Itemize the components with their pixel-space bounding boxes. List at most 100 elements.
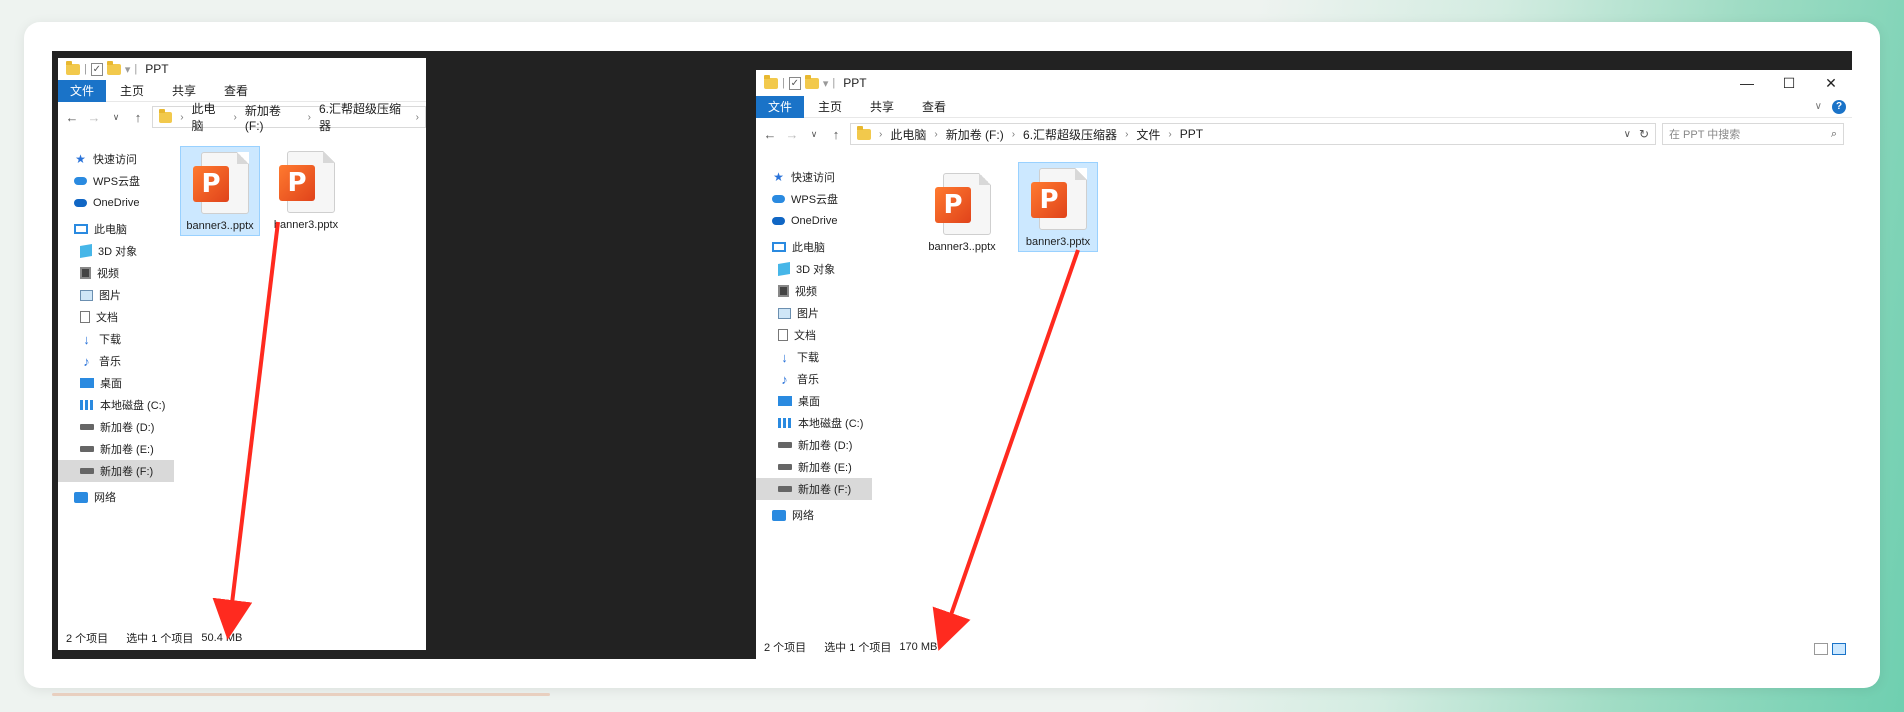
- expand-ribbon-chevron-icon[interactable]: ∨: [1815, 101, 1822, 112]
- properties-icon[interactable]: ✓: [90, 62, 103, 76]
- onedrive-icon: [772, 217, 785, 225]
- sidebar-item[interactable]: 文档: [756, 324, 872, 346]
- sidebar-item[interactable]: 文档: [58, 306, 174, 328]
- sidebar-item[interactable]: 桌面: [58, 372, 174, 394]
- file-name: banner3..pptx: [928, 241, 996, 253]
- sidebar-item[interactable]: ↓ 下载: [58, 328, 174, 350]
- sidebar-item[interactable]: OneDrive: [756, 210, 872, 232]
- pptx-file-icon: P: [277, 151, 335, 215]
- sidebar-item-label: WPS云盘: [93, 176, 141, 188]
- close-icon[interactable]: ✕: [1810, 75, 1852, 92]
- sidebar-item[interactable]: 图片: [756, 302, 872, 324]
- sidebar-item[interactable]: 网络: [58, 486, 174, 508]
- system-drive-icon: [778, 418, 792, 428]
- picture-icon: [80, 289, 93, 301]
- file-item[interactable]: P banner3.pptx: [1018, 162, 1098, 252]
- sidebar-item[interactable]: ♪ 音乐: [756, 368, 872, 390]
- tab-view[interactable]: 查看: [210, 80, 262, 102]
- sidebar-item[interactable]: 网络: [756, 504, 872, 526]
- breadcrumb-item[interactable]: 文件: [1136, 126, 1160, 143]
- large-icons-view-icon[interactable]: [1832, 643, 1846, 655]
- customize-quick-access-icon[interactable]: ▾: [823, 77, 829, 90]
- up-arrow-icon[interactable]: ↑: [828, 127, 844, 142]
- new-folder-icon[interactable]: [106, 60, 121, 75]
- help-icon[interactable]: ?: [1832, 99, 1846, 114]
- refresh-icon[interactable]: ↻: [1639, 127, 1649, 141]
- selected-size: 170 MB: [899, 641, 938, 653]
- details-view-icon[interactable]: [1814, 643, 1828, 655]
- file-item[interactable]: P banner3..pptx: [180, 146, 260, 236]
- sidebar-item[interactable]: 新加卷 (D:): [58, 416, 174, 438]
- sidebar-item-label: 本地磁盘 (C:): [798, 418, 864, 430]
- network-icon: [74, 491, 88, 503]
- sidebar-item[interactable]: 图片: [58, 284, 174, 306]
- pptx-file-icon: P: [1029, 168, 1087, 232]
- breadcrumb-item[interactable]: 新加卷 (F:): [946, 126, 1004, 143]
- tab-file[interactable]: 文件: [58, 79, 107, 102]
- tab-file[interactable]: 文件: [756, 95, 805, 118]
- breadcrumb[interactable]: › 此电脑 › 新加卷 (F:) › 6.汇帮超级压缩器 ›: [152, 102, 426, 133]
- sidebar-item[interactable]: 新加卷 (F:): [756, 478, 872, 500]
- selected-count: 选中 1 个项目: [824, 642, 892, 654]
- sidebar-item[interactable]: 新加卷 (F:): [58, 460, 174, 482]
- minimize-icon[interactable]: —: [1726, 75, 1768, 92]
- properties-icon[interactable]: ✓: [788, 76, 801, 90]
- selected-count: 选中 1 个项目: [126, 633, 194, 645]
- search-icon[interactable]: ⌕: [1831, 128, 1837, 141]
- sidebar-item[interactable]: ↓ 下载: [756, 346, 872, 368]
- sidebar-item[interactable]: 本地磁盘 (C:): [756, 412, 872, 434]
- recent-locations-chevron-icon[interactable]: ∨: [108, 112, 124, 123]
- back-arrow-icon[interactable]: ←: [64, 110, 80, 125]
- breadcrumb[interactable]: › 此电脑 › 新加卷 (F:) › 6.汇帮超级压缩器 › 文件 › PPT …: [850, 123, 1656, 145]
- sidebar-item[interactable]: 新加卷 (E:): [756, 456, 872, 478]
- customize-quick-access-icon[interactable]: ▾: [125, 63, 131, 76]
- file-item[interactable]: P banner3..pptx: [922, 168, 1002, 258]
- breadcrumb-item[interactable]: 6.汇帮超级压缩器: [319, 100, 408, 134]
- maximize-icon[interactable]: ☐: [1768, 75, 1810, 92]
- sidebar-item[interactable]: 视频: [756, 280, 872, 302]
- breadcrumb-item[interactable]: 此电脑: [192, 100, 226, 134]
- back-arrow-icon[interactable]: ←: [762, 127, 778, 142]
- window-controls: — ☐ ✕: [1726, 75, 1852, 92]
- sidebar-item[interactable]: 此电脑: [756, 236, 872, 258]
- sidebar-item[interactable]: WPS云盘: [756, 188, 872, 210]
- tab-share[interactable]: 共享: [856, 96, 908, 118]
- sidebar-item-label: 桌面: [100, 378, 122, 390]
- breadcrumb-item[interactable]: 此电脑: [890, 126, 926, 143]
- tab-view[interactable]: 查看: [908, 96, 960, 118]
- up-arrow-icon[interactable]: ↑: [130, 110, 146, 125]
- recent-locations-chevron-icon[interactable]: ∨: [806, 129, 822, 140]
- sidebar-item[interactable]: 此电脑: [58, 218, 174, 240]
- address-dropdown-chevron-icon[interactable]: ∨: [1624, 129, 1631, 140]
- sidebar-item[interactable]: 桌面: [756, 390, 872, 412]
- sidebar-item-label: 新加卷 (F:): [798, 484, 852, 496]
- breadcrumb-item[interactable]: 6.汇帮超级压缩器: [1023, 126, 1117, 143]
- new-folder-icon[interactable]: [804, 74, 819, 89]
- file-item[interactable]: P banner3.pptx: [266, 146, 346, 236]
- breadcrumb-item[interactable]: PPT: [1180, 127, 1203, 141]
- tab-home[interactable]: 主页: [106, 80, 158, 102]
- sidebar-item[interactable]: WPS云盘: [58, 170, 174, 192]
- search-input[interactable]: 在 PPT 中搜索 ⌕: [1662, 123, 1844, 145]
- sidebar-item[interactable]: 本地磁盘 (C:): [58, 394, 174, 416]
- forward-arrow-icon[interactable]: →: [86, 110, 102, 125]
- document-icon: [778, 329, 788, 341]
- sidebar-item[interactable]: ♪ 音乐: [58, 350, 174, 372]
- forward-arrow-icon[interactable]: →: [784, 127, 800, 142]
- sidebar-item[interactable]: 新加卷 (E:): [58, 438, 174, 460]
- sidebar-item[interactable]: 视频: [58, 262, 174, 284]
- sidebar-item[interactable]: 3D 对象: [58, 240, 174, 262]
- tab-share[interactable]: 共享: [158, 80, 210, 102]
- sidebar-item[interactable]: OneDrive: [58, 192, 174, 214]
- sidebar-item[interactable]: ★ 快速访问: [756, 166, 872, 188]
- progress-line: [52, 693, 550, 696]
- cloud-icon: [74, 177, 87, 185]
- sidebar-item[interactable]: 3D 对象: [756, 258, 872, 280]
- sidebar-item-label: 网络: [94, 492, 116, 504]
- sidebar-item[interactable]: 新加卷 (D:): [756, 434, 872, 456]
- tab-home[interactable]: 主页: [804, 96, 856, 118]
- window-title: PPT: [145, 62, 169, 76]
- sidebar-item[interactable]: ★ 快速访问: [58, 148, 174, 170]
- sidebar-item-label: 此电脑: [792, 242, 825, 254]
- breadcrumb-item[interactable]: 新加卷 (F:): [245, 102, 300, 133]
